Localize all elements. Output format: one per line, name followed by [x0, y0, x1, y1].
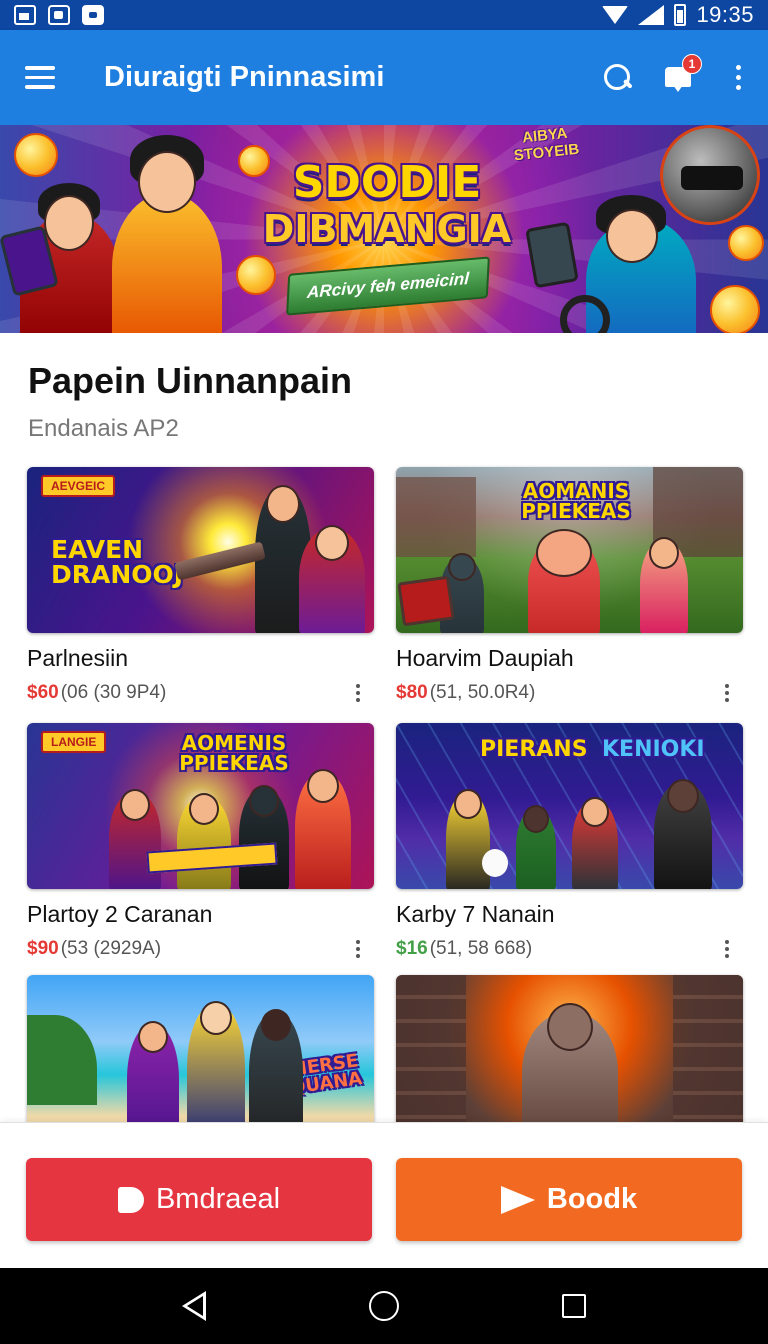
game-thumbnail[interactable]: LANGIE AOMENIS PPIEKEAS — [27, 723, 374, 889]
card-more-icon[interactable] — [356, 940, 360, 958]
home-icon[interactable] — [368, 1291, 399, 1321]
signal-icon — [638, 5, 665, 25]
game-rating: (06 (30 9P4) — [60, 682, 167, 703]
recents-icon[interactable] — [562, 1294, 587, 1318]
hero-figure — [446, 789, 490, 889]
banner-badge: AIBYA STOYEIB — [513, 125, 581, 165]
game-rating: (53 (2929A) — [60, 938, 162, 959]
shelf — [396, 975, 466, 1141]
app-bar: Diuraigti Pninnasimi 1 — [0, 30, 768, 125]
helmet-character — [660, 125, 760, 225]
game-logo-text: AOMANIS PPIEKEAS — [521, 479, 631, 523]
status-time: 19:35 — [696, 2, 754, 27]
treasure-chest — [397, 575, 455, 627]
game-thumbnail[interactable]: PIERANS KENIOKI — [396, 723, 743, 889]
status-notification-icons — [14, 5, 104, 25]
menu-icon[interactable] — [0, 30, 80, 125]
system-nav-bar — [0, 1268, 768, 1344]
shelf — [673, 975, 743, 1141]
lock-notification-icon — [48, 5, 70, 25]
primary-action-button[interactable]: Bmdraeal — [26, 1158, 372, 1241]
game-price: $16 — [396, 938, 428, 959]
wifi-icon — [602, 6, 629, 24]
hero-figure — [187, 1001, 245, 1141]
game-price: $90 — [27, 938, 59, 959]
overflow-menu-button[interactable] — [708, 30, 768, 125]
game-price: $80 — [396, 682, 428, 703]
section-title: Papein Uinnanpain — [28, 360, 353, 401]
hero-figure — [112, 193, 222, 333]
coin-icon — [710, 285, 760, 333]
game-card[interactable]: PIERANS KENIOKI Karby 7 Nanain $16 (51, … — [396, 723, 743, 960]
hero-head — [44, 195, 94, 251]
document-icon — [117, 1186, 144, 1213]
hero-figure — [516, 805, 556, 889]
hero-figure — [177, 793, 231, 889]
game-card[interactable]: AOMANIS PPIEKEAS Hoarvim Daupiah $80 (51… — [396, 467, 743, 704]
coin-icon — [728, 225, 764, 261]
secondary-action-button[interactable]: Boodk — [396, 1158, 742, 1241]
game-tag: AEVGEIC — [41, 475, 116, 497]
game-rating: (51, 58 668) — [429, 938, 533, 959]
hero-figure — [572, 797, 618, 889]
game-tag: LANGIE — [41, 731, 107, 753]
game-name: Plartoy 2 Caranan — [27, 901, 213, 927]
game-name: Hoarvim Daupiah — [396, 645, 574, 671]
game-meta: $60 (06 (30 9P4) — [27, 682, 374, 704]
hero-head — [138, 151, 196, 213]
game-meta: $90 (53 (2929A) — [27, 938, 374, 960]
hero-figure — [654, 779, 712, 889]
hero-figure — [640, 537, 688, 633]
game-name: Karby 7 Nanain — [396, 901, 555, 927]
game-name: Parlnesiin — [27, 645, 128, 671]
robot-pet — [482, 849, 508, 877]
notification-badge: 1 — [682, 54, 702, 74]
app-title: Diuraigti Pninnasimi — [104, 61, 385, 93]
bottom-action-bar: Bmdraeal Boodk — [0, 1122, 768, 1268]
secondary-action-label: Boodk — [546, 1183, 638, 1215]
game-thumbnail[interactable] — [396, 975, 743, 1141]
more-vert-icon — [718, 65, 758, 90]
game-rating: (51, 50.0R4) — [429, 682, 536, 703]
hero-figure — [299, 525, 365, 633]
back-icon[interactable] — [181, 1291, 206, 1321]
creature-figure — [528, 529, 600, 633]
card-more-icon[interactable] — [725, 940, 729, 958]
game-card[interactable]: MERSE QUANA — [27, 975, 374, 1141]
game-thumbnail[interactable]: AEVGEIC EAVEN DRANOOJ — [27, 467, 374, 633]
palm-tree — [27, 1015, 97, 1105]
hero-figure — [109, 789, 161, 889]
notifications-button[interactable]: 1 — [648, 30, 708, 125]
coin-icon — [236, 255, 276, 295]
game-logo-text: AOMENIS PPIEKEAS — [179, 731, 289, 775]
building — [396, 477, 476, 557]
status-bar: 19:35 — [0, 0, 768, 30]
search-button[interactable] — [588, 30, 648, 125]
card-more-icon[interactable] — [725, 684, 729, 702]
game-meta: $16 (51, 58 668) — [396, 938, 743, 960]
hero-figure — [295, 769, 351, 889]
game-meta: $80 (51, 50.0R4) — [396, 682, 743, 704]
primary-action-label: Bmdraeal — [155, 1183, 281, 1215]
hero-head — [606, 209, 658, 263]
game-card[interactable]: LANGIE AOMENIS PPIEKEAS Plartoy 2 Carana… — [27, 723, 374, 960]
game-thumbnail[interactable]: AOMANIS PPIEKEAS — [396, 467, 743, 633]
card-more-icon[interactable] — [356, 684, 360, 702]
game-thumbnail[interactable]: MERSE QUANA — [27, 975, 374, 1141]
hero-figure — [239, 785, 289, 889]
game-logo-text-2: KENIOKI — [602, 737, 705, 762]
search-icon — [604, 63, 632, 92]
game-price: $60 — [27, 682, 59, 703]
battery-icon — [674, 4, 687, 26]
game-card[interactable] — [396, 975, 743, 1141]
banner-title: SDODIE DIBMANGIA — [262, 157, 512, 252]
gallery-notification-icon — [14, 5, 36, 25]
app-notification-icon — [82, 5, 104, 25]
game-logo-text: PIERANS — [480, 737, 588, 762]
send-icon — [500, 1185, 535, 1214]
coin-icon — [14, 133, 58, 177]
section-subtitle: Endanais AP2 — [28, 415, 179, 442]
game-card[interactable]: AEVGEIC EAVEN DRANOOJ Parlnesiin $60 (06… — [27, 467, 374, 704]
promo-banner[interactable]: SDODIE DIBMANGIA ARcivy feh emeicinl AIB… — [0, 125, 768, 333]
